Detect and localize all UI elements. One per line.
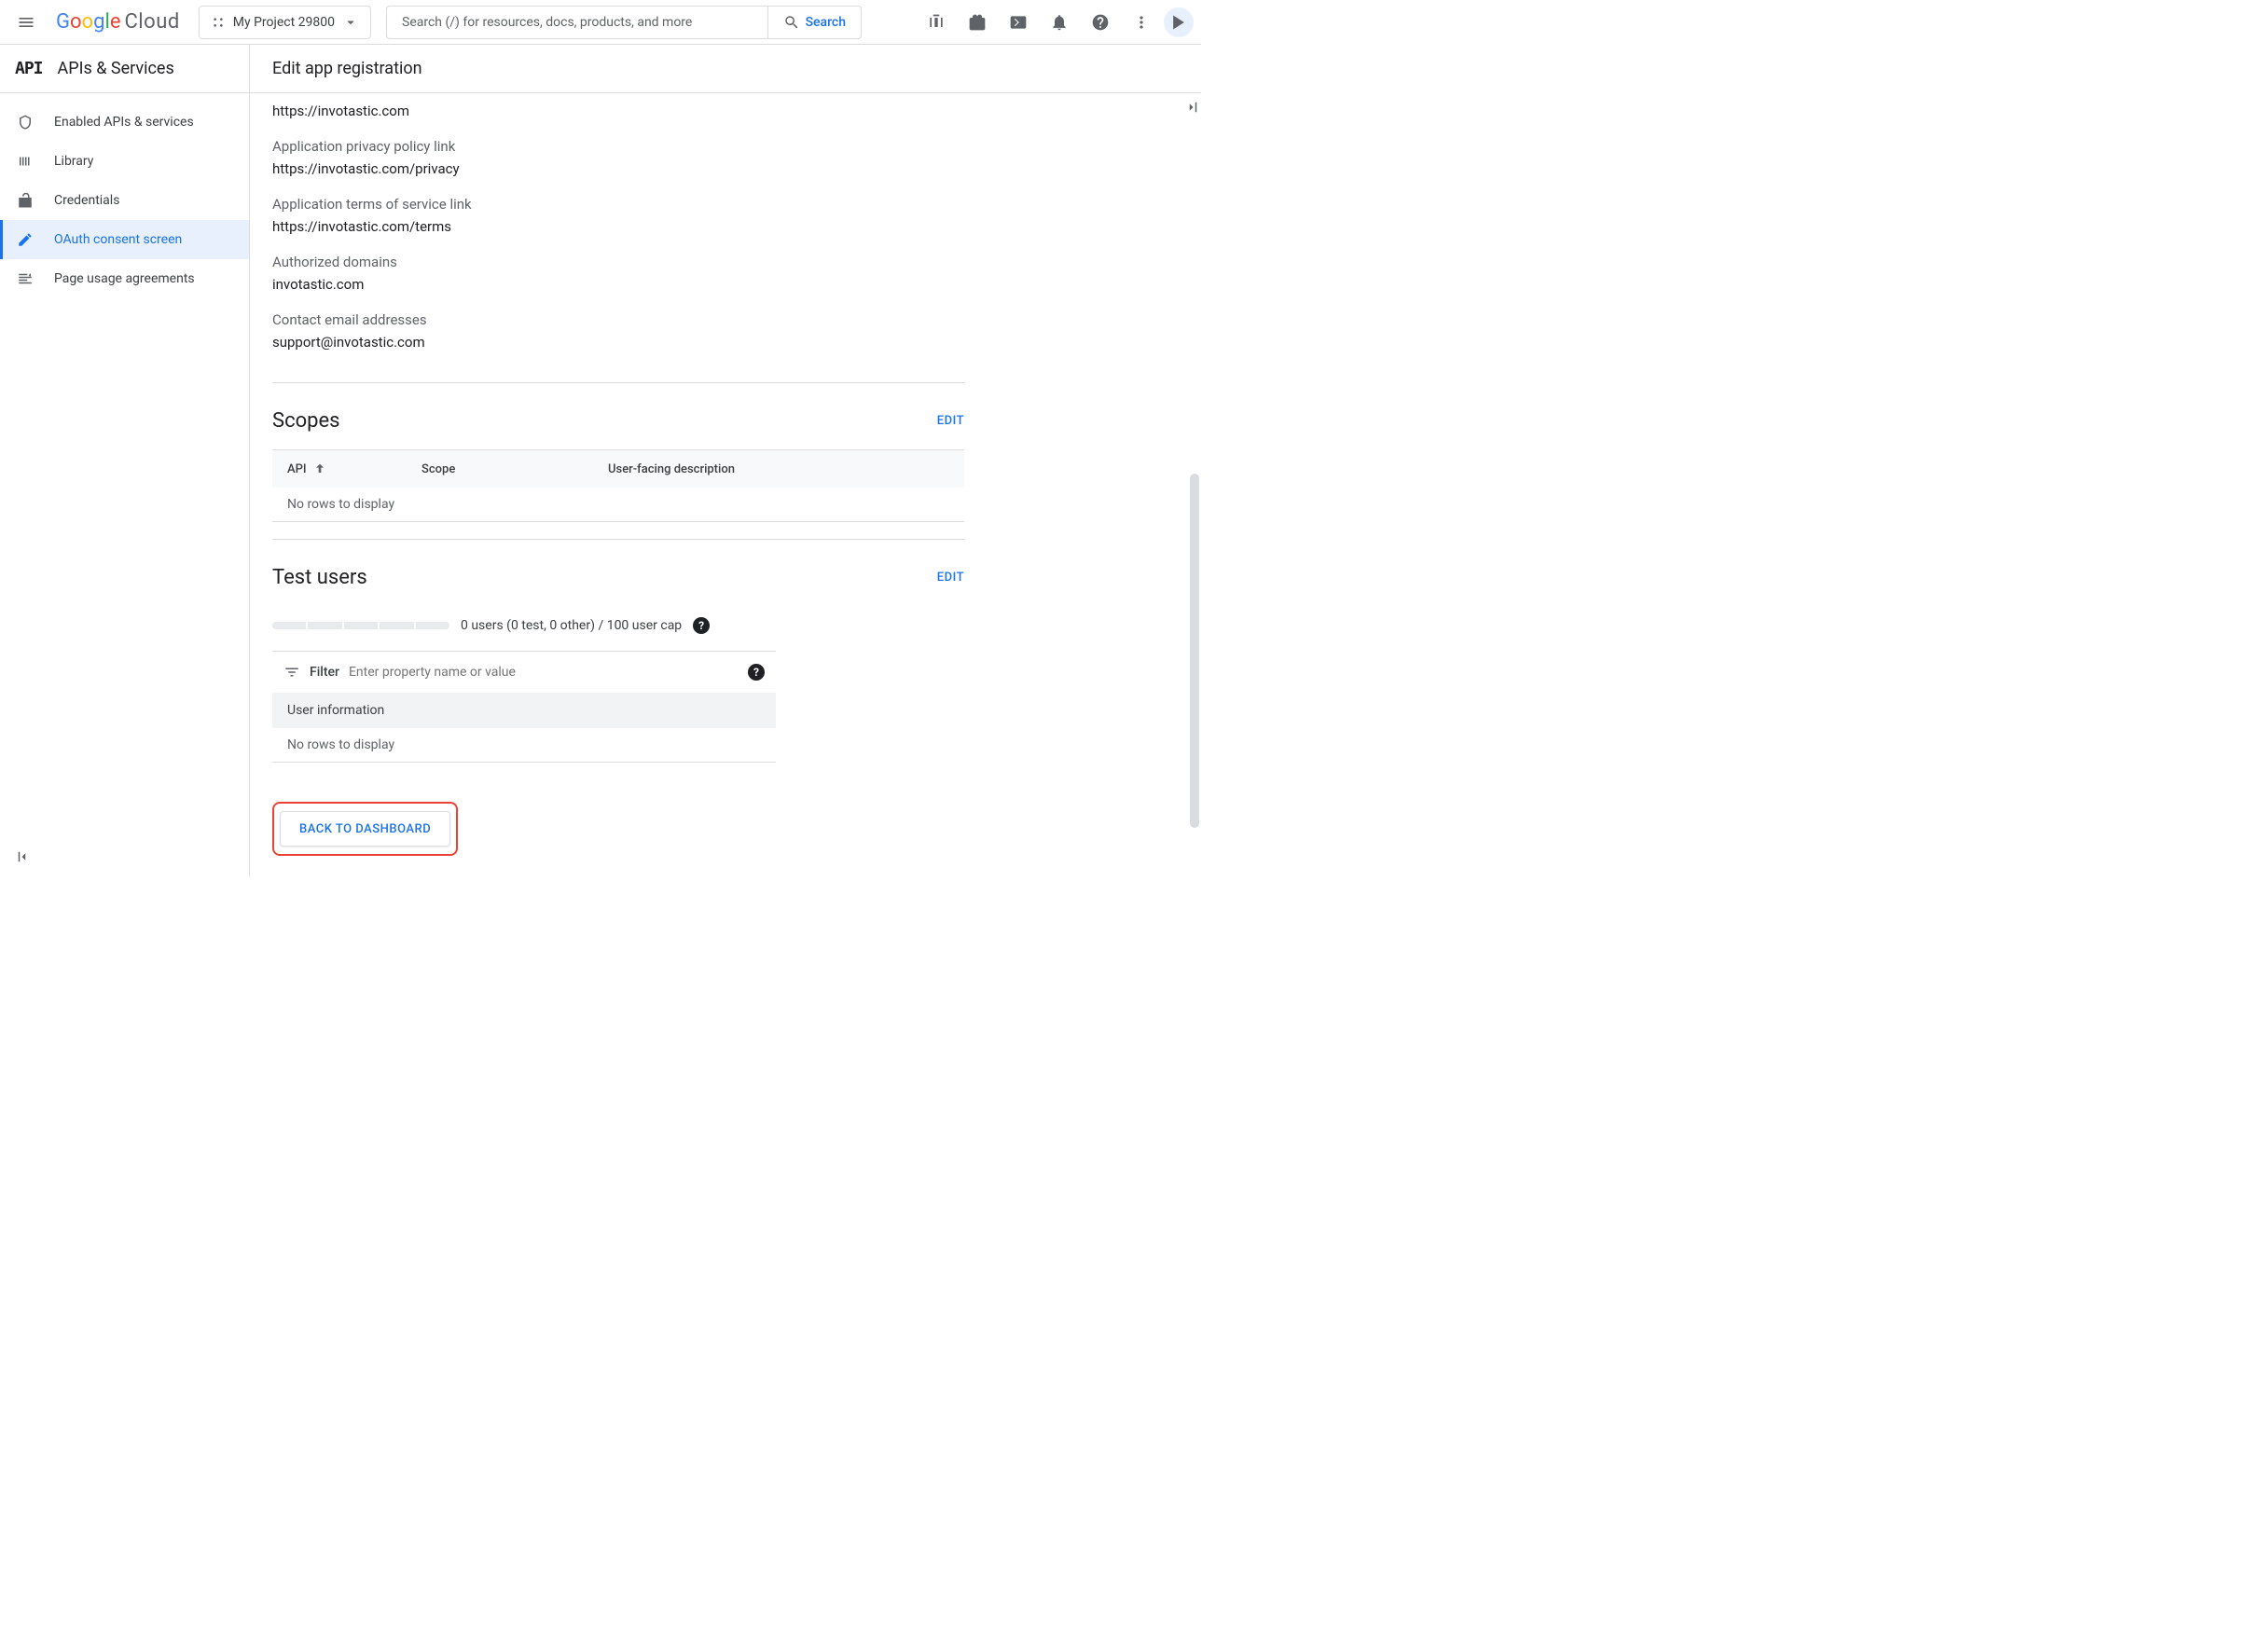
key-icon — [17, 192, 34, 209]
search-input[interactable]: Search (/) for resources, docs, products… — [386, 6, 767, 39]
enabled-apis-icon — [17, 114, 34, 131]
header-right — [918, 4, 1194, 41]
collapse-sidebar-icon[interactable] — [15, 848, 32, 869]
back-button-highlight: BACK TO DASHBOARD — [272, 802, 458, 856]
scopes-heading: Scopes — [272, 409, 340, 433]
contact-label: Contact email addresses — [272, 311, 964, 328]
sort-asc-icon — [312, 461, 327, 476]
domains-value: invotastic.com — [272, 276, 964, 293]
sidebar-item-label: Library — [54, 154, 93, 169]
gift-icon[interactable] — [959, 4, 996, 41]
filter-label: Filter — [310, 665, 339, 680]
filter-icon — [283, 664, 300, 681]
scopes-section-header: Scopes EDIT — [272, 409, 964, 433]
sidebar-item-label: Credentials — [54, 193, 119, 208]
sidebar-item-page-usage[interactable]: Page usage agreements — [0, 259, 249, 298]
search-button-label: Search — [806, 15, 846, 30]
page-usage-icon — [17, 270, 34, 287]
col-desc[interactable]: User-facing description — [608, 462, 964, 476]
vertical-scrollbar[interactable] — [1190, 474, 1199, 828]
gemini-icon[interactable] — [918, 4, 955, 41]
sidebar-title-row[interactable]: API APIs & Services — [0, 45, 249, 93]
domains-label: Authorized domains — [272, 254, 964, 270]
terms-label: Application terms of service link — [272, 196, 964, 213]
account-avatar[interactable] — [1164, 7, 1194, 37]
divider — [272, 539, 964, 540]
chevron-down-icon — [342, 14, 359, 31]
filter-help-icon[interactable]: ? — [748, 664, 765, 681]
main-panel: Edit app registration https://invotastic… — [250, 45, 1201, 876]
test-users-heading: Test users — [272, 566, 367, 589]
sidebar-item-oauth-consent[interactable]: OAuth consent screen — [0, 220, 249, 259]
back-to-dashboard-button[interactable]: BACK TO DASHBOARD — [280, 811, 450, 847]
sidebar-item-library[interactable]: Library — [0, 142, 249, 181]
scopes-table: API Scope User-facing description No row… — [272, 449, 964, 522]
project-name: My Project 29800 — [233, 15, 335, 30]
test-users-edit-button[interactable]: EDIT — [937, 571, 964, 585]
privacy-label: Application privacy policy link — [272, 138, 964, 155]
consent-screen-icon — [17, 231, 34, 248]
search-placeholder: Search (/) for resources, docs, products… — [402, 15, 692, 30]
user-cap-row: 0 users (0 test, 0 other) / 100 user cap… — [272, 617, 964, 634]
search-container: Search (/) for resources, docs, products… — [386, 6, 862, 39]
sidebar-item-enabled-apis[interactable]: Enabled APIs & services — [0, 103, 249, 142]
page-title: Edit app registration — [250, 45, 1201, 93]
scopes-table-header: API Scope User-facing description — [272, 450, 964, 488]
user-cap-text: 0 users (0 test, 0 other) / 100 user cap — [461, 618, 682, 633]
sidebar: API APIs & Services Enabled APIs & servi… — [0, 45, 250, 876]
google-cloud-logo[interactable]: GoogleCloud — [56, 11, 180, 34]
sidebar-item-label: Page usage agreements — [54, 271, 195, 286]
sidebar-item-credentials[interactable]: Credentials — [0, 181, 249, 220]
terms-value: https://invotastic.com/terms — [272, 218, 964, 235]
project-selector[interactable]: My Project 29800 — [199, 6, 371, 39]
sidebar-item-label: Enabled APIs & services — [54, 115, 194, 130]
divider — [272, 382, 964, 383]
notifications-icon[interactable] — [1041, 4, 1078, 41]
col-api[interactable]: API — [272, 461, 421, 476]
cloud-shell-icon[interactable] — [1000, 4, 1037, 41]
sidebar-title: APIs & Services — [58, 59, 174, 78]
more-vert-icon[interactable] — [1123, 4, 1160, 41]
filter-row: Filter ? — [272, 652, 776, 693]
search-icon — [783, 14, 800, 31]
col-scope[interactable]: Scope — [421, 462, 608, 476]
privacy-value: https://invotastic.com/privacy — [272, 160, 964, 177]
user-cap-help-icon[interactable]: ? — [693, 617, 710, 634]
filter-input[interactable] — [349, 665, 739, 680]
test-users-section-header: Test users EDIT — [272, 566, 964, 589]
sidebar-nav: Enabled APIs & services Library Credenti… — [0, 93, 249, 308]
user-cap-bar — [272, 622, 449, 629]
hide-info-panel-icon[interactable] — [1182, 99, 1201, 116]
top-header: GoogleCloud My Project 29800 Search (/) … — [0, 0, 1201, 45]
api-logo-icon: API — [15, 59, 43, 78]
test-users-empty: No rows to display — [272, 728, 776, 763]
help-icon[interactable] — [1082, 4, 1119, 41]
scopes-empty: No rows to display — [272, 488, 964, 521]
hamburger-menu-icon[interactable] — [7, 4, 45, 41]
user-info-column[interactable]: User information — [272, 693, 776, 728]
search-button[interactable]: Search — [767, 6, 862, 39]
sidebar-item-label: OAuth consent screen — [54, 232, 182, 247]
library-icon — [17, 153, 34, 170]
home-link-value: https://invotastic.com — [272, 103, 964, 119]
test-users-filter-box: Filter ? User information No rows to dis… — [272, 651, 776, 763]
content-area: https://invotastic.com Application priva… — [250, 103, 987, 876]
scopes-edit-button[interactable]: EDIT — [937, 414, 964, 428]
contact-value: support@invotastic.com — [272, 334, 964, 351]
